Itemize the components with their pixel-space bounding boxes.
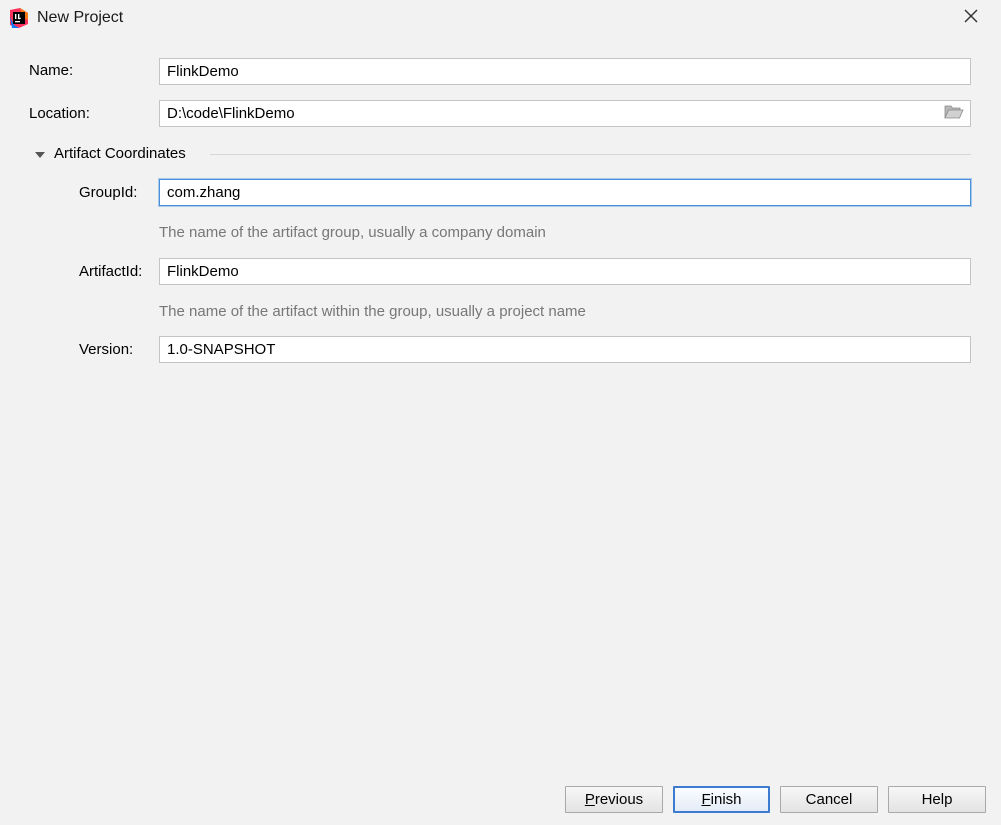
previous-mnemonic: P xyxy=(585,791,595,808)
artifact-id-input[interactable] xyxy=(159,258,971,285)
name-label: Name: xyxy=(29,62,73,80)
title-bar: New Project xyxy=(0,0,1001,36)
group-id-label: GroupId: xyxy=(79,184,137,202)
triangle-down-icon xyxy=(34,146,46,163)
cancel-label: Cancel xyxy=(806,791,853,808)
browse-folder-button[interactable] xyxy=(942,104,966,124)
help-label: Help xyxy=(922,791,953,808)
previous-label: revious xyxy=(595,791,643,808)
window-title: New Project xyxy=(37,9,123,27)
artifact-id-hint: The name of the artifact within the grou… xyxy=(159,303,586,321)
intellij-idea-icon xyxy=(9,8,29,28)
folder-open-icon xyxy=(944,104,964,124)
version-input[interactable] xyxy=(159,336,971,363)
previous-button[interactable]: Previous xyxy=(565,786,663,813)
artifact-coordinates-title[interactable]: Artifact Coordinates xyxy=(54,145,186,163)
artifact-coordinates-toggle[interactable] xyxy=(33,148,47,160)
finish-mnemonic: F xyxy=(701,791,710,808)
location-label: Location: xyxy=(29,105,90,123)
name-input[interactable] xyxy=(159,58,971,85)
close-button[interactable] xyxy=(956,4,986,32)
close-icon xyxy=(964,9,978,27)
finish-label: inish xyxy=(711,791,742,808)
group-id-input[interactable] xyxy=(159,179,971,206)
finish-button[interactable]: Finish xyxy=(673,786,770,813)
artifact-id-label: ArtifactId: xyxy=(79,263,142,281)
group-id-hint: The name of the artifact group, usually … xyxy=(159,224,546,242)
version-label: Version: xyxy=(79,341,133,359)
cancel-button[interactable]: Cancel xyxy=(780,786,878,813)
section-divider xyxy=(210,154,971,155)
help-button[interactable]: Help xyxy=(888,786,986,813)
location-input[interactable] xyxy=(159,100,971,127)
